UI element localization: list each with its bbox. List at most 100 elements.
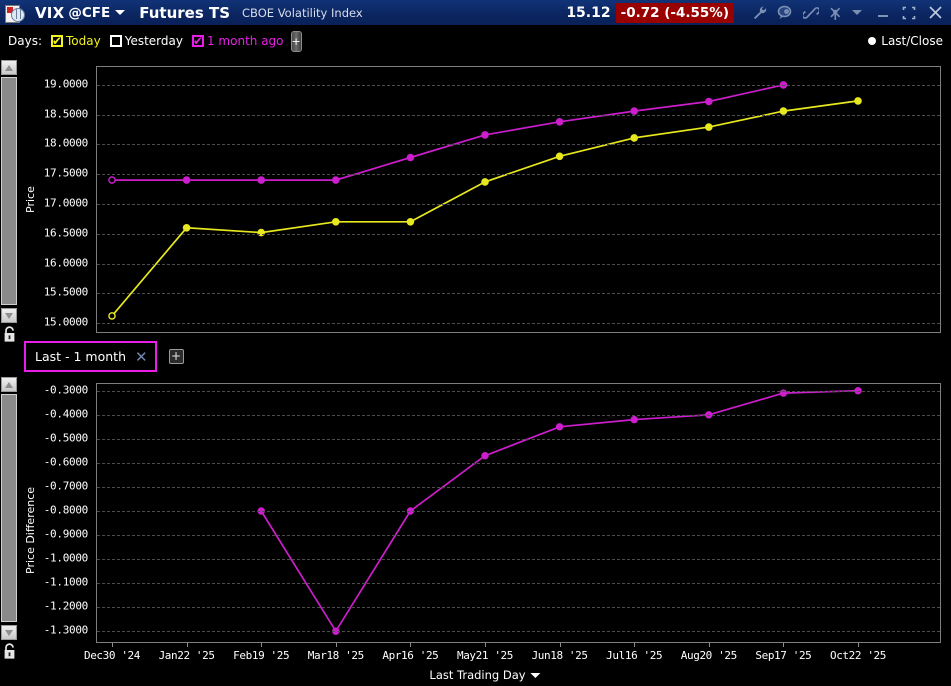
data-point[interactable] (555, 152, 564, 161)
last-close-label: Last/Close (881, 34, 943, 48)
data-point[interactable] (555, 423, 564, 431)
checkbox-yesterday-label: Yesterday (124, 34, 183, 48)
data-point[interactable] (705, 97, 713, 106)
x-axis-tick-label: Feb19 '25 (233, 649, 290, 662)
price-difference-y-tick-label: -1.2000 (43, 599, 89, 613)
price-difference-plot-area[interactable] (96, 383, 941, 643)
gridline (97, 390, 940, 392)
price-difference-y-tick-label: -0.6000 (43, 455, 89, 469)
price-difference-y-tick-label: -0.3000 (43, 383, 89, 397)
maximize-icon[interactable] (902, 6, 916, 20)
pin-icon[interactable] (828, 5, 843, 21)
close-icon[interactable] (928, 5, 943, 20)
minimize-icon[interactable] (876, 6, 890, 20)
link-icon[interactable] (803, 5, 819, 21)
gridline (97, 438, 940, 440)
price-y-tick-label: 18.0000 (43, 136, 89, 150)
price-difference-y-tick-label: -1.3000 (43, 623, 89, 637)
x-axis-tick-label: Sep17 '25 (755, 649, 812, 662)
x-axis-tick-label: Jan22 '25 (158, 649, 215, 662)
checkbox-today-box[interactable]: ✔ (51, 35, 63, 47)
x-axis-tick-label: Dec30 '24 (83, 649, 141, 662)
x-axis-tick-label: Aug20 '25 (680, 649, 737, 662)
data-point[interactable] (108, 176, 116, 184)
legend-row: Last - 1 month ✕ + (24, 341, 184, 372)
data-point[interactable] (481, 178, 489, 186)
data-point[interactable] (481, 131, 489, 139)
x-axis-tick (485, 643, 486, 647)
price-difference-y-tick-label: -0.4000 (43, 407, 89, 421)
price-difference-series-svg (257, 386, 862, 635)
exchange-label: @CFE (68, 4, 111, 21)
gridline (97, 174, 940, 176)
data-point[interactable] (331, 217, 340, 226)
price-y-tick-label: 17.0000 (43, 196, 89, 210)
series-line (112, 84, 784, 181)
x-axis-tick (112, 643, 113, 647)
data-point[interactable] (481, 451, 489, 460)
x-axis-tick-label: Mar18 '25 (307, 649, 364, 662)
price-y-tick-label: 17.5000 (43, 166, 89, 180)
tools-chevron-down-icon[interactable] (852, 10, 862, 15)
wrench-icon[interactable] (752, 5, 768, 21)
data-point[interactable] (331, 176, 340, 184)
price-y-tick-label: 15.0000 (43, 315, 89, 329)
x-axis-tick (335, 643, 337, 647)
data-point[interactable] (630, 107, 639, 115)
checkbox-one-month-ago[interactable]: ✔ 1 month ago (191, 34, 284, 48)
window-controls (876, 5, 943, 20)
data-point[interactable] (257, 176, 265, 184)
price-difference-y-tick-label: -1.0000 (43, 551, 89, 565)
scroll-up-button[interactable] (1, 60, 17, 75)
last-price: 15.12 (566, 4, 611, 21)
x-axis-tick-label: Jul16 '25 (606, 649, 663, 662)
chat-bubble-icon[interactable] (777, 5, 794, 21)
checkbox-yesterday[interactable]: Yesterday (109, 34, 183, 48)
padlock-icon[interactable] (2, 643, 17, 660)
gridline (97, 510, 940, 512)
gridline (97, 263, 940, 265)
x-axis-title[interactable]: Last Trading Day (429, 668, 541, 682)
data-point[interactable] (406, 217, 415, 226)
data-point[interactable] (854, 97, 862, 105)
data-point[interactable] (257, 228, 265, 237)
add-series-button[interactable]: + (168, 349, 184, 364)
add-day-button[interactable]: + (290, 30, 302, 52)
gridline (97, 293, 940, 295)
price-y-tick-label: 16.0000 (43, 256, 89, 270)
data-point[interactable] (182, 176, 191, 184)
legend-tab-last-1-month[interactable]: Last - 1 month ✕ (24, 341, 157, 372)
price-difference-y-tick-label: -0.7000 (43, 479, 89, 493)
checkbox-today[interactable]: ✔ Today (51, 34, 101, 48)
x-axis-tick (261, 643, 263, 647)
data-point[interactable] (705, 123, 713, 131)
x-axis-tick (708, 643, 710, 647)
close-icon[interactable]: ✕ (135, 349, 148, 364)
price-y-tick-label: 18.5000 (43, 107, 89, 121)
data-point[interactable] (555, 118, 564, 126)
symbol-dropdown-chevron-down-icon[interactable] (115, 10, 126, 15)
x-axis-tick-label: Apr16 '25 (382, 649, 439, 662)
price-plot-area[interactable] (96, 66, 941, 333)
data-point[interactable] (406, 153, 415, 162)
data-point[interactable] (779, 107, 788, 115)
data-point[interactable] (182, 223, 191, 232)
price-difference-y-tick-label: -0.8000 (43, 503, 89, 517)
checkbox-one-month-ago-label: 1 month ago (206, 34, 284, 48)
data-point[interactable] (630, 415, 638, 424)
x-axis-title-label: Last Trading Day (429, 668, 526, 682)
legend-tab-label: Last - 1 month (35, 349, 126, 364)
gridline (97, 114, 940, 116)
price-difference-y-tick-label: -0.9000 (43, 527, 89, 541)
last-close-toggle[interactable]: Last/Close (868, 34, 943, 48)
x-axis-chevron-down-icon[interactable] (530, 673, 541, 678)
instrument-description: CBOE Volatility Index (242, 5, 363, 20)
checkbox-one-month-ago-box[interactable]: ✔ (191, 35, 204, 47)
checkbox-today-label: Today (66, 34, 101, 48)
checkbox-yesterday-box[interactable] (109, 35, 122, 47)
data-point[interactable] (630, 134, 639, 142)
x-axis-tick-label: Jun18 '25 (531, 649, 588, 662)
x-axis-tick-label: Oct22 '25 (829, 649, 887, 662)
data-point[interactable] (108, 312, 116, 320)
symbol-label: VIX (35, 3, 65, 22)
